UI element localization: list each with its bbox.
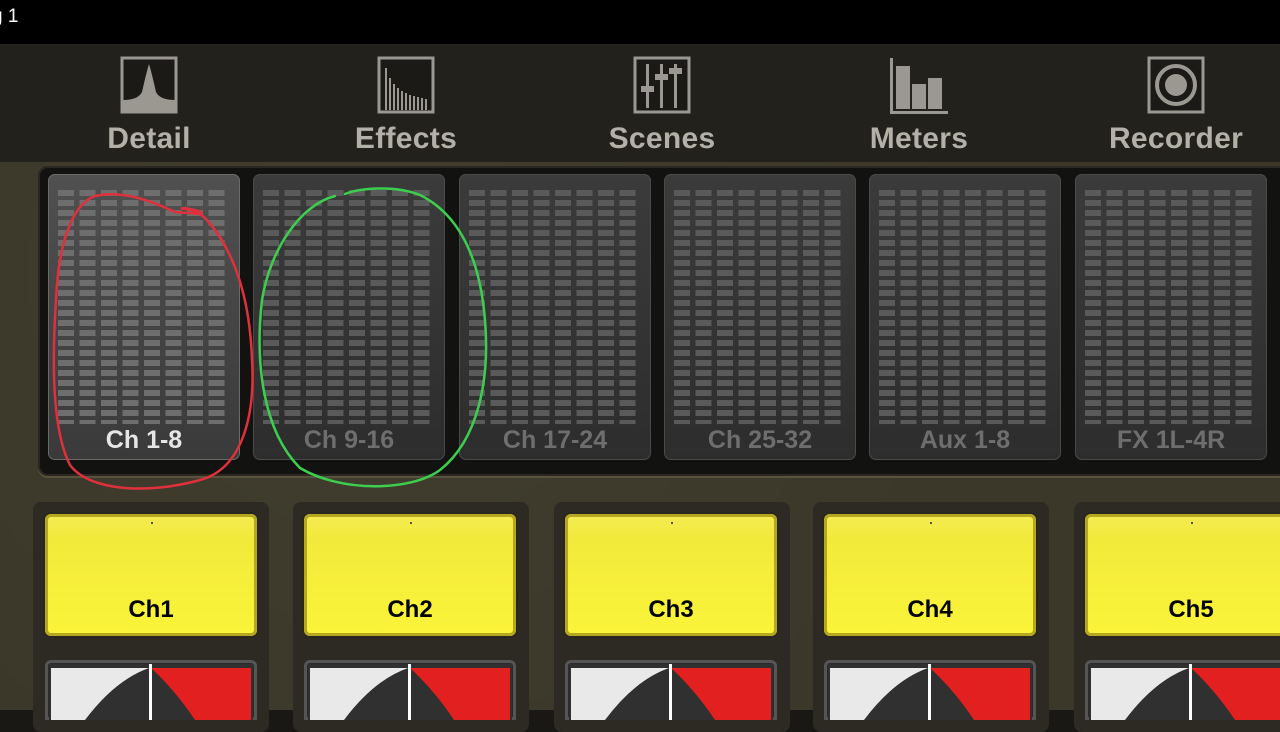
nav-detail-button[interactable]: Detail xyxy=(49,44,249,162)
nav-toolbar: Detail Effects Scenes Meters Recorder xyxy=(0,44,1280,162)
channel-label: Ch5 xyxy=(1168,596,1214,623)
pan-graphic xyxy=(49,664,253,720)
bank-tab-label: Ch 25-32 xyxy=(707,426,813,454)
indicator-dot xyxy=(151,522,153,524)
nav-scenes-button[interactable]: Scenes xyxy=(562,44,762,162)
channel-5-pan-control[interactable] xyxy=(1085,660,1280,720)
channel-label: Ch4 xyxy=(907,596,953,623)
pan-graphic xyxy=(308,664,512,720)
nav-recorder-button[interactable]: Recorder xyxy=(1076,44,1276,162)
channel-label: Ch3 xyxy=(648,596,694,623)
bank-tab-label: Ch 1-8 xyxy=(105,426,183,454)
nav-recorder-label: Recorder xyxy=(1108,122,1244,155)
meter-grid xyxy=(469,190,641,424)
nav-detail-label: Detail xyxy=(107,122,191,155)
nav-meters-button[interactable]: Meters xyxy=(819,44,1019,162)
meter-grid xyxy=(879,190,1051,424)
indicator-dot xyxy=(671,522,673,524)
bank-tab-label: Ch 9-16 xyxy=(303,426,395,454)
channel-1-pan-control[interactable] xyxy=(45,660,257,720)
status-bar: g 1 xyxy=(0,0,1280,44)
nav-effects-button[interactable]: Effects xyxy=(306,44,506,162)
channel-3-select-button[interactable]: Ch3 xyxy=(565,514,777,636)
channel-5-select-button[interactable]: Ch5 xyxy=(1085,514,1280,636)
nav-scenes-label: Scenes xyxy=(608,122,716,155)
indicator-dot xyxy=(1191,522,1193,524)
bank-tab-ch-1-8[interactable]: Ch 1-8 xyxy=(48,174,240,460)
channel-label: Ch2 xyxy=(387,596,433,623)
nav-meters-label: Meters xyxy=(869,122,969,155)
bank-tab-aux-1-8[interactable]: Aux 1-8 xyxy=(869,174,1061,460)
pan-graphic xyxy=(569,664,773,720)
meters-icon xyxy=(890,58,948,114)
channel-4-pan-control[interactable] xyxy=(824,660,1036,720)
bank-tab-fx-1l-4r[interactable]: FX 1L-4R xyxy=(1075,174,1267,460)
pan-graphic xyxy=(1089,664,1280,720)
indicator-dot xyxy=(930,522,932,524)
faders-icon xyxy=(633,56,691,114)
record-icon xyxy=(1147,56,1205,114)
bank-tab-label: Ch 17-24 xyxy=(502,426,608,454)
meter-grid xyxy=(58,190,230,424)
bank-tab-ch-25-32[interactable]: Ch 25-32 xyxy=(664,174,856,460)
pan-graphic xyxy=(828,664,1032,720)
channel-3-pan-control[interactable] xyxy=(565,660,777,720)
indicator-dot xyxy=(410,522,412,524)
channel-2-pan-control[interactable] xyxy=(304,660,516,720)
eq-curve-icon xyxy=(120,56,178,114)
meter-grid xyxy=(674,190,846,424)
meter-grid xyxy=(1085,190,1257,424)
channel-2-select-button[interactable]: Ch2 xyxy=(304,514,516,636)
channel-label: Ch1 xyxy=(128,596,174,623)
bank-tab-label: FX 1L-4R xyxy=(1116,426,1226,454)
meter-grid xyxy=(263,190,435,424)
bank-tab-label: Aux 1-8 xyxy=(919,426,1011,454)
channel-1-select-button[interactable]: Ch1 xyxy=(45,514,257,636)
channel-4-select-button[interactable]: Ch4 xyxy=(824,514,1036,636)
nav-effects-label: Effects xyxy=(354,122,458,155)
effects-bars-icon xyxy=(377,56,435,114)
bank-tab-ch-17-24[interactable]: Ch 17-24 xyxy=(459,174,651,460)
window-title: g 1 xyxy=(0,6,19,27)
bank-tab-ch-9-16[interactable]: Ch 9-16 xyxy=(253,174,445,460)
